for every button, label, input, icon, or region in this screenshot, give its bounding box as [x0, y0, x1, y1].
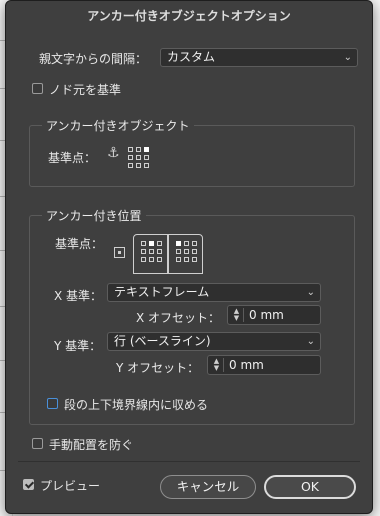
anchored-object-options-dialog: アンカー付きオブジェクトオプション 親文字からの間隔： カスタム ⌄ ノド元を基… — [5, 0, 373, 514]
page-spread-icon[interactable] — [133, 234, 203, 274]
keep-within-checkbox[interactable] — [47, 398, 58, 409]
y-base-value: 行 (ベースライン) — [114, 334, 211, 348]
keep-within-label: 段の上下境界線内に収める — [64, 398, 209, 412]
cancel-button[interactable]: キャンセル — [160, 475, 256, 499]
ok-button[interactable]: OK — [264, 475, 356, 499]
y-offset-value: 0 mm — [229, 358, 264, 372]
anchored-position-group-title: アンカー付き位置 — [42, 207, 146, 224]
position-ref-icon — [114, 247, 125, 258]
inline-base-checkbox[interactable] — [32, 83, 43, 94]
stepper-down-icon[interactable]: ▼ — [230, 315, 243, 322]
y-offset-label: Y オフセット： — [116, 361, 200, 375]
preview-label: プレビュー — [40, 479, 101, 493]
prevent-manual-label: 手動配置を防ぐ — [49, 438, 134, 452]
dialog-title: アンカー付きオブジェクトオプション — [87, 9, 291, 23]
x-base-select[interactable]: テキストフレーム ⌄ — [107, 283, 321, 302]
preview-checkbox[interactable] — [23, 479, 34, 490]
y-offset-field[interactable]: ▲ ▼ 0 mm — [207, 355, 321, 375]
chevron-down-icon: ⌄ — [306, 287, 315, 298]
inline-base-label: ノド元を基準 — [49, 83, 122, 97]
spacing-select[interactable]: カスタム ⌄ — [160, 48, 358, 67]
y-base-label: Y 基準： — [54, 339, 102, 353]
x-offset-field[interactable]: ▲ ▼ 0 mm — [227, 305, 321, 325]
position-ref-point-label: 基準点： — [55, 237, 104, 251]
spacing-label: 親文字からの間隔： — [39, 52, 148, 66]
y-offset-stepper[interactable]: ▲ ▼ — [210, 358, 224, 372]
object-ref-point-grid[interactable] — [128, 147, 152, 171]
anchor-icon: ⚓ — [107, 145, 120, 161]
x-offset-value: 0 mm — [249, 308, 284, 322]
footer-divider — [18, 461, 360, 462]
y-base-select[interactable]: 行 (ベースライン) ⌄ — [107, 332, 321, 351]
chevron-down-icon: ⌄ — [306, 336, 315, 347]
stepper-down-icon[interactable]: ▼ — [210, 365, 223, 372]
anchored-object-group-title: アンカー付きオブジェクト — [42, 117, 194, 134]
prevent-manual-checkbox[interactable] — [32, 438, 43, 449]
x-offset-label: X オフセット： — [136, 311, 221, 325]
x-offset-stepper[interactable]: ▲ ▼ — [230, 308, 244, 322]
chevron-down-icon: ⌄ — [343, 52, 352, 63]
spacing-select-value: カスタム — [167, 50, 216, 64]
x-base-label: X 基準： — [54, 289, 103, 303]
object-ref-point-label: 基準点： — [48, 151, 97, 165]
x-base-value: テキストフレーム — [114, 285, 210, 299]
